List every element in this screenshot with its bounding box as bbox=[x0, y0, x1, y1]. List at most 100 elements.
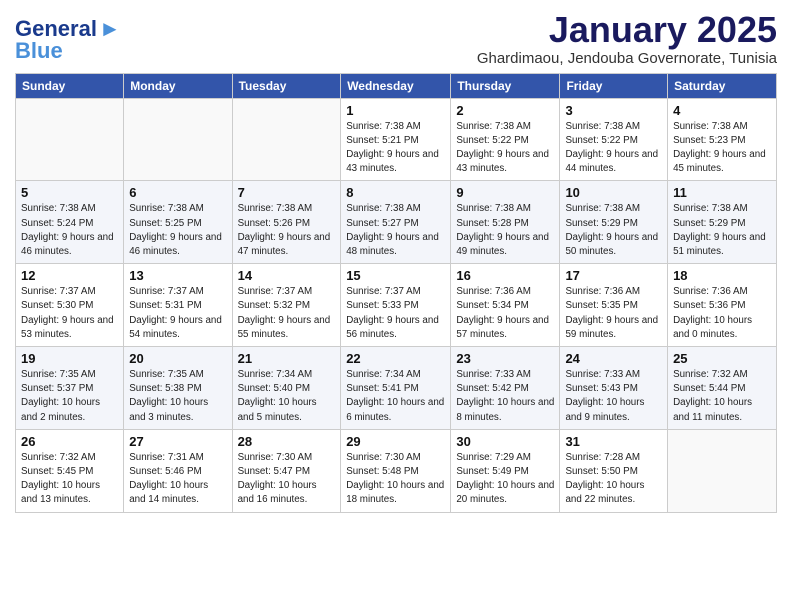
calendar-cell: 18Sunrise: 7:36 AMSunset: 5:36 PMDayligh… bbox=[668, 264, 777, 347]
calendar-cell: 10 Sunrise: 7:38 AMSunset: 5:29 PMDayligh… bbox=[560, 181, 668, 264]
day-number: 4 bbox=[673, 103, 771, 118]
weekday-header-saturday: Saturday bbox=[668, 73, 777, 98]
day-number: 18 bbox=[673, 268, 771, 283]
day-info: Sunrise: 7:38 AMSunset: 5:29 PMDaylight:… bbox=[673, 202, 771, 259]
calendar-cell bbox=[16, 98, 124, 181]
day-info: Sunrise: 7:38 AMSunset: 5:24 PMDaylight:… bbox=[21, 202, 118, 259]
day-info: Sunrise: 7:30 AMSunset: 5:48 PMDaylight:… bbox=[346, 451, 445, 508]
day-number: 17 bbox=[565, 268, 662, 283]
day-info: Sunrise: 7:38 AMSunset: 5:21 PMDaylight:… bbox=[346, 120, 445, 177]
day-number: 15 bbox=[346, 268, 445, 283]
logo-bird-icon: ► bbox=[99, 16, 121, 42]
calendar-cell: 4 Sunrise: 7:38 AMSunset: 5:23 PMDaylight… bbox=[668, 98, 777, 181]
day-number: 19 bbox=[21, 351, 118, 366]
calendar-cell: 27 Sunrise: 7:31 AMSunset: 5:46 PMDayligh… bbox=[124, 429, 232, 512]
day-info: Sunrise: 7:38 AMSunset: 5:25 PMDaylight:… bbox=[129, 202, 226, 259]
calendar-cell: 19 Sunrise: 7:35 AMSunset: 5:37 PMDayligh… bbox=[16, 347, 124, 430]
calendar-cell: 21Sunrise: 7:34 AMSunset: 5:40 PMDayligh… bbox=[232, 347, 341, 430]
day-number: 5 bbox=[21, 185, 118, 200]
weekday-header-wednesday: Wednesday bbox=[341, 73, 451, 98]
weekday-header-row: SundayMondayTuesdayWednesdayThursdayFrid… bbox=[16, 73, 777, 98]
calendar-cell bbox=[232, 98, 341, 181]
day-info: Sunrise: 7:28 AMSunset: 5:50 PMDaylight:… bbox=[565, 451, 662, 508]
day-info: Sunrise: 7:38 AMSunset: 5:28 PMDaylight:… bbox=[456, 202, 554, 259]
day-number: 31 bbox=[565, 434, 662, 449]
calendar-cell: 26 Sunrise: 7:32 AMSunset: 5:45 PMDayligh… bbox=[16, 429, 124, 512]
calendar-cell: 25Sunrise: 7:32 AMSunset: 5:44 PMDayligh… bbox=[668, 347, 777, 430]
day-info: Sunrise: 7:33 AMSunset: 5:43 PMDaylight:… bbox=[565, 368, 662, 425]
calendar-cell: 7 Sunrise: 7:38 AMSunset: 5:26 PMDaylight… bbox=[232, 181, 341, 264]
calendar-week-4: 19 Sunrise: 7:35 AMSunset: 5:37 PMDayligh… bbox=[16, 347, 777, 430]
day-number: 14 bbox=[238, 268, 336, 283]
calendar-week-1: 1 Sunrise: 7:38 AMSunset: 5:21 PMDaylight… bbox=[16, 98, 777, 181]
logo: General ► Blue bbox=[15, 16, 121, 64]
calendar-cell: 12Sunrise: 7:37 AMSunset: 5:30 PMDayligh… bbox=[16, 264, 124, 347]
calendar-cell: 9 Sunrise: 7:38 AMSunset: 5:28 PMDaylight… bbox=[451, 181, 560, 264]
calendar-cell: 23Sunrise: 7:33 AMSunset: 5:42 PMDayligh… bbox=[451, 347, 560, 430]
calendar-cell: 30Sunrise: 7:29 AMSunset: 5:49 PMDayligh… bbox=[451, 429, 560, 512]
calendar-cell: 24Sunrise: 7:33 AMSunset: 5:43 PMDayligh… bbox=[560, 347, 668, 430]
day-info: Sunrise: 7:38 AMSunset: 5:22 PMDaylight:… bbox=[456, 120, 554, 177]
day-number: 3 bbox=[565, 103, 662, 118]
day-info: Sunrise: 7:31 AMSunset: 5:46 PMDaylight:… bbox=[129, 451, 226, 508]
day-info: Sunrise: 7:38 AMSunset: 5:23 PMDaylight:… bbox=[673, 120, 771, 177]
weekday-header-tuesday: Tuesday bbox=[232, 73, 341, 98]
day-number: 27 bbox=[129, 434, 226, 449]
day-info: Sunrise: 7:36 AMSunset: 5:35 PMDaylight:… bbox=[565, 285, 662, 342]
day-number: 1 bbox=[346, 103, 445, 118]
title-block: January 2025 Ghardimaou, Jendouba Govern… bbox=[477, 10, 777, 67]
weekday-header-friday: Friday bbox=[560, 73, 668, 98]
calendar-cell: 11 Sunrise: 7:38 AMSunset: 5:29 PMDayligh… bbox=[668, 181, 777, 264]
day-info: Sunrise: 7:38 AMSunset: 5:26 PMDaylight:… bbox=[238, 202, 336, 259]
day-info: Sunrise: 7:34 AMSunset: 5:40 PMDaylight:… bbox=[238, 368, 336, 425]
calendar-cell: 3 Sunrise: 7:38 AMSunset: 5:22 PMDaylight… bbox=[560, 98, 668, 181]
day-number: 7 bbox=[238, 185, 336, 200]
day-number: 11 bbox=[673, 185, 771, 200]
day-info: Sunrise: 7:30 AMSunset: 5:47 PMDaylight:… bbox=[238, 451, 336, 508]
calendar-cell: 13 Sunrise: 7:37 AMSunset: 5:31 PMDayligh… bbox=[124, 264, 232, 347]
calendar-week-3: 12Sunrise: 7:37 AMSunset: 5:30 PMDayligh… bbox=[16, 264, 777, 347]
calendar-cell: 28 Sunrise: 7:30 AMSunset: 5:47 PMDayligh… bbox=[232, 429, 341, 512]
day-number: 28 bbox=[238, 434, 336, 449]
day-number: 8 bbox=[346, 185, 445, 200]
day-info: Sunrise: 7:37 AMSunset: 5:31 PMDaylight:… bbox=[129, 285, 226, 342]
day-info: Sunrise: 7:29 AMSunset: 5:49 PMDaylight:… bbox=[456, 451, 554, 508]
weekday-header-thursday: Thursday bbox=[451, 73, 560, 98]
day-number: 26 bbox=[21, 434, 118, 449]
day-info: Sunrise: 7:32 AMSunset: 5:45 PMDaylight:… bbox=[21, 451, 118, 508]
calendar-cell: 20 Sunrise: 7:35 AMSunset: 5:38 PMDayligh… bbox=[124, 347, 232, 430]
day-info: Sunrise: 7:38 AMSunset: 5:27 PMDaylight:… bbox=[346, 202, 445, 259]
day-info: Sunrise: 7:36 AMSunset: 5:34 PMDaylight:… bbox=[456, 285, 554, 342]
calendar-cell bbox=[668, 429, 777, 512]
page-header: General ► Blue January 2025 Ghardimaou, … bbox=[15, 10, 777, 67]
calendar-cell: 8 Sunrise: 7:38 AMSunset: 5:27 PMDaylight… bbox=[341, 181, 451, 264]
calendar-cell: 6Sunrise: 7:38 AMSunset: 5:25 PMDaylight… bbox=[124, 181, 232, 264]
day-number: 25 bbox=[673, 351, 771, 366]
day-number: 9 bbox=[456, 185, 554, 200]
weekday-header-monday: Monday bbox=[124, 73, 232, 98]
day-number: 22 bbox=[346, 351, 445, 366]
day-info: Sunrise: 7:38 AMSunset: 5:29 PMDaylight:… bbox=[565, 202, 662, 259]
day-number: 16 bbox=[456, 268, 554, 283]
location-subtitle: Ghardimaou, Jendouba Governorate, Tunisi… bbox=[477, 50, 777, 67]
calendar-cell: 14 Sunrise: 7:37 AMSunset: 5:32 PMDayligh… bbox=[232, 264, 341, 347]
day-number: 13 bbox=[129, 268, 226, 283]
day-info: Sunrise: 7:38 AMSunset: 5:22 PMDaylight:… bbox=[565, 120, 662, 177]
day-number: 10 bbox=[565, 185, 662, 200]
day-info: Sunrise: 7:37 AMSunset: 5:33 PMDaylight:… bbox=[346, 285, 445, 342]
calendar-week-5: 26 Sunrise: 7:32 AMSunset: 5:45 PMDayligh… bbox=[16, 429, 777, 512]
day-info: Sunrise: 7:33 AMSunset: 5:42 PMDaylight:… bbox=[456, 368, 554, 425]
calendar-cell: 15 Sunrise: 7:37 AMSunset: 5:33 PMDayligh… bbox=[341, 264, 451, 347]
day-number: 12 bbox=[21, 268, 118, 283]
day-info: Sunrise: 7:35 AMSunset: 5:38 PMDaylight:… bbox=[129, 368, 226, 425]
day-info: Sunrise: 7:37 AMSunset: 5:32 PMDaylight:… bbox=[238, 285, 336, 342]
calendar-cell: 31 Sunrise: 7:28 AMSunset: 5:50 PMDayligh… bbox=[560, 429, 668, 512]
day-info: Sunrise: 7:35 AMSunset: 5:37 PMDaylight:… bbox=[21, 368, 118, 425]
day-number: 20 bbox=[129, 351, 226, 366]
calendar-cell: 29Sunrise: 7:30 AMSunset: 5:48 PMDayligh… bbox=[341, 429, 451, 512]
month-title: January 2025 bbox=[477, 10, 777, 50]
weekday-header-sunday: Sunday bbox=[16, 73, 124, 98]
calendar-week-2: 5 Sunrise: 7:38 AMSunset: 5:24 PMDaylight… bbox=[16, 181, 777, 264]
calendar-table: SundayMondayTuesdayWednesdayThursdayFrid… bbox=[15, 73, 777, 513]
calendar-cell: 5 Sunrise: 7:38 AMSunset: 5:24 PMDaylight… bbox=[16, 181, 124, 264]
